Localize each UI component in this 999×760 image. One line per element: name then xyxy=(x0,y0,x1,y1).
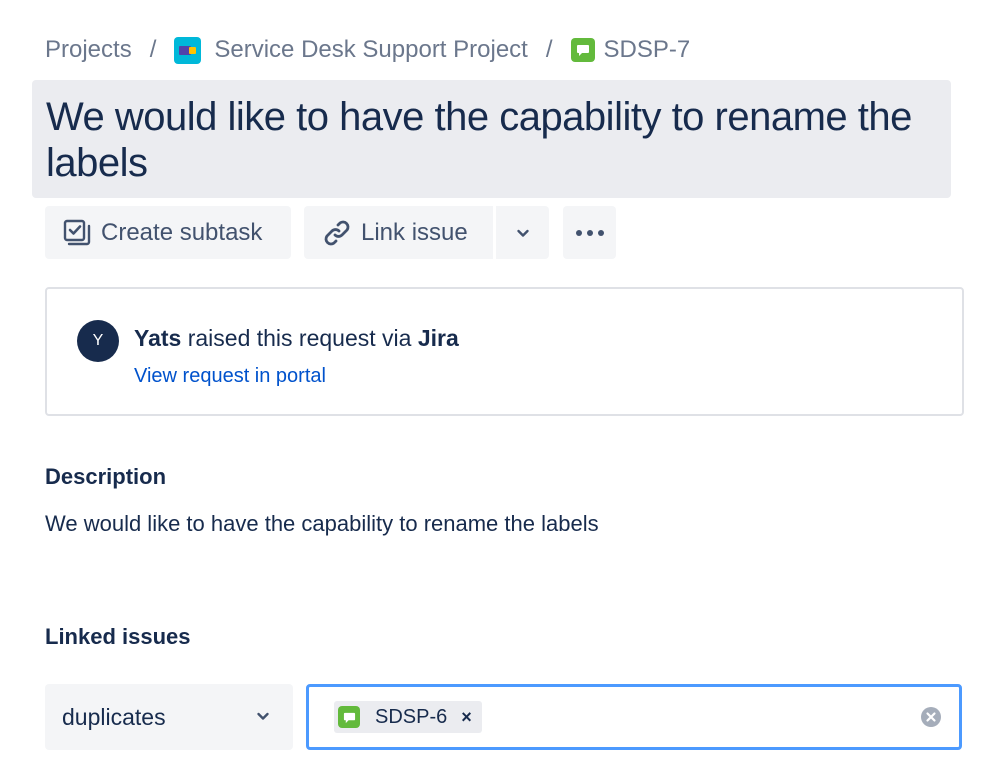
description-text[interactable]: We would like to have the capability to … xyxy=(45,511,599,537)
request-info-card: Y Yats raised this request via Jira View… xyxy=(45,287,964,416)
description-heading: Description xyxy=(45,464,167,489)
clear-icon[interactable] xyxy=(920,706,942,728)
link-issue-dropdown-button[interactable] xyxy=(496,206,549,259)
service-desk-project-icon xyxy=(174,36,202,64)
linked-issues-heading: Linked issues xyxy=(45,624,191,649)
more-icon xyxy=(575,229,604,236)
linked-issue-picker[interactable]: SDSP-6 × xyxy=(306,684,962,750)
create-subtask-button[interactable]: Create subtask xyxy=(45,206,291,259)
link-issue-label: Link issue xyxy=(361,218,468,246)
subtask-icon xyxy=(63,219,91,245)
breadcrumb-separator: / xyxy=(149,36,157,63)
link-type-value: duplicates xyxy=(62,703,166,730)
raised-via-text: raised this request via xyxy=(187,325,412,351)
chevron-down-icon xyxy=(257,712,269,720)
breadcrumb-project-link[interactable]: Service Desk Support Project xyxy=(214,36,527,64)
create-subtask-label: Create subtask xyxy=(101,218,263,246)
link-type-select[interactable]: duplicates xyxy=(45,684,293,750)
issue-title-field[interactable]: We would like to have the capability to … xyxy=(32,80,951,198)
breadcrumb-projects-link[interactable]: Projects xyxy=(45,36,132,64)
link-icon xyxy=(324,220,350,245)
channel-name: Jira xyxy=(417,325,459,351)
chevron-down-icon xyxy=(516,229,529,237)
service-request-icon xyxy=(338,706,360,728)
link-issue-button[interactable]: Link issue xyxy=(304,206,493,259)
breadcrumb-separator: / xyxy=(545,36,553,63)
breadcrumb: Projects / Service Desk Support Project … xyxy=(45,30,690,70)
selected-issue-key: SDSP-6 xyxy=(375,705,448,728)
breadcrumb-issue-key-link[interactable]: SDSP-7 xyxy=(604,36,691,64)
service-request-icon xyxy=(570,38,595,62)
raised-by-text: Yats raised this request via Jira xyxy=(134,325,459,352)
remove-tag-button[interactable]: × xyxy=(461,707,472,728)
view-in-portal-link[interactable]: View request in portal xyxy=(134,365,326,388)
issue-toolbar: Create subtask Link issue xyxy=(45,206,616,259)
avatar[interactable]: Y xyxy=(77,320,119,362)
selected-issue-tag: SDSP-6 × xyxy=(334,701,482,733)
reporter-name[interactable]: Yats xyxy=(134,325,181,351)
issue-title: We would like to have the capability to … xyxy=(46,95,912,185)
more-actions-button[interactable] xyxy=(563,206,616,259)
